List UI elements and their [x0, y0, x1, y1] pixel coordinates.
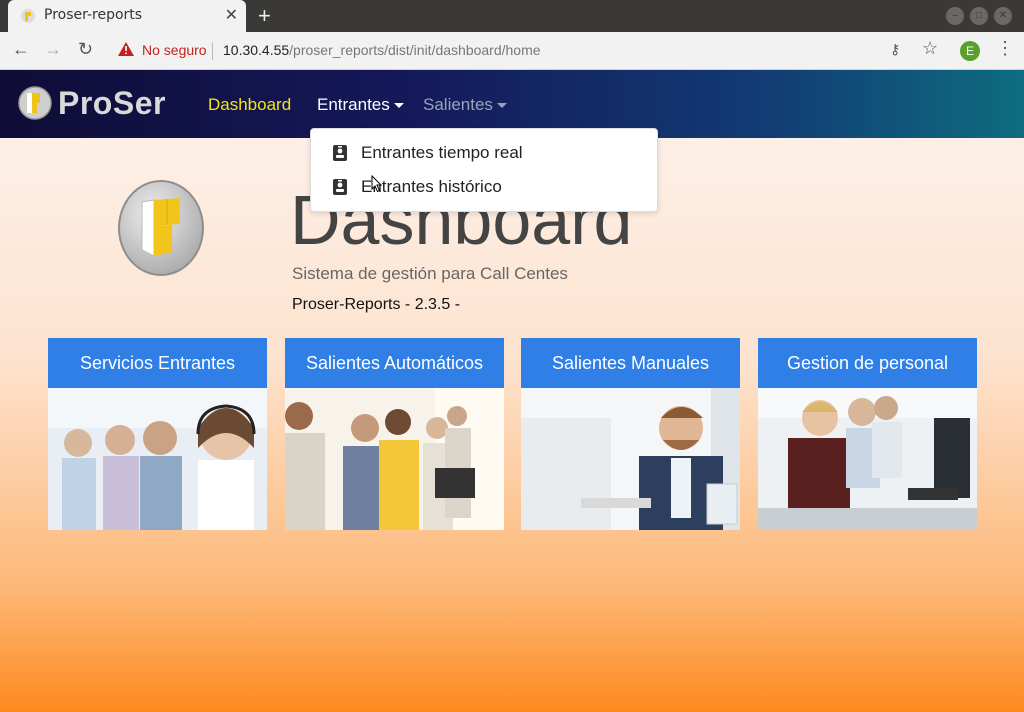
card-image[interactable]	[758, 388, 977, 530]
card-image[interactable]	[521, 388, 740, 530]
card-image[interactable]	[285, 388, 504, 530]
nav-entrantes-label: Entrantes	[317, 95, 390, 114]
proser-large-logo-icon	[118, 180, 204, 276]
mouse-cursor-icon	[371, 175, 383, 193]
url-path: /proser_reports/dist/init/dashboard/home	[289, 42, 541, 58]
profile-avatar[interactable]: E	[960, 41, 980, 61]
divider	[212, 42, 213, 60]
card-image[interactable]	[48, 388, 267, 530]
browser-menu-icon[interactable]: ⋮	[996, 38, 1014, 59]
nav-dashboard[interactable]: Dashboard	[208, 95, 291, 115]
card-servicios-entrantes[interactable]: Servicios Entrantes	[48, 338, 267, 530]
close-window-icon[interactable]: ✕	[994, 7, 1012, 25]
card-gestion-de-personal[interactable]: Gestion de personal	[758, 338, 977, 530]
card-title[interactable]: Salientes Manuales	[521, 338, 740, 388]
id-badge-icon	[333, 145, 347, 161]
key-icon[interactable]: ⚷	[890, 41, 900, 58]
browser-titlebar: Proser-reports ✕ + – □ ✕	[0, 0, 1024, 32]
not-secure-label[interactable]: No seguro	[142, 42, 207, 58]
url-host: 10.30.4.55	[223, 42, 290, 58]
brand-name[interactable]: ProSer	[58, 85, 166, 122]
chevron-down-icon	[393, 103, 404, 109]
version-label: Proser-Reports - 2.3.5 -	[292, 296, 461, 313]
proser-favicon-icon	[21, 9, 35, 23]
nav-entrantes[interactable]: Entrantes	[317, 95, 404, 115]
window-controls: – □ ✕	[946, 7, 1012, 25]
card-title[interactable]: Servicios Entrantes	[48, 338, 267, 388]
card-salientes-manuales[interactable]: Salientes Manuales	[521, 338, 740, 530]
close-tab-icon[interactable]: ✕	[225, 5, 238, 25]
reload-icon[interactable]: ↻	[78, 39, 93, 60]
nav-salientes-label: Salientes	[423, 95, 493, 114]
new-tab-button[interactable]: +	[258, 3, 271, 29]
address-bar: ← → ↻ No seguro 10.30.4.55/proser_report…	[0, 32, 1024, 70]
card-title[interactable]: Gestion de personal	[758, 338, 977, 388]
chevron-down-icon	[496, 103, 507, 109]
tab-title: Proser-reports	[44, 7, 143, 23]
back-arrow-icon[interactable]: ←	[12, 39, 30, 60]
browser-tab[interactable]: Proser-reports ✕	[8, 0, 246, 32]
maximize-icon[interactable]: □	[970, 7, 988, 25]
id-badge-icon	[333, 179, 347, 195]
minimize-icon[interactable]: –	[946, 7, 964, 25]
dropdown-item-label: Entrantes tiempo real	[361, 143, 523, 162]
dropdown-item-tiempo-real[interactable]: Entrantes tiempo real	[333, 143, 523, 163]
page-subtitle: Sistema de gestión para Call Centes	[292, 264, 568, 283]
card-title[interactable]: Salientes Automáticos	[285, 338, 504, 388]
nav-salientes[interactable]: Salientes	[423, 95, 507, 115]
card-salientes-automaticos[interactable]: Salientes Automáticos	[285, 338, 504, 530]
url-field[interactable]: 10.30.4.55/proser_reports/dist/init/dash…	[223, 42, 541, 58]
dropdown-item-historico[interactable]: Entrantes histórico	[333, 177, 502, 197]
entrantes-dropdown-menu: Entrantes tiempo real Entrantes históric…	[310, 128, 658, 212]
warning-icon[interactable]	[118, 42, 134, 56]
proser-logo-icon[interactable]	[18, 84, 52, 122]
page-body: ProSer Dashboard Entrantes Salientes Das…	[0, 70, 1024, 712]
forward-arrow-icon[interactable]: →	[44, 39, 62, 60]
bookmark-star-icon[interactable]: ☆	[922, 38, 938, 59]
